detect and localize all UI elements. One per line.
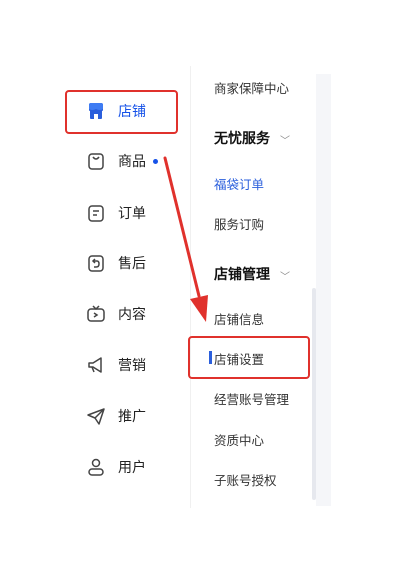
annotation-arrow [163, 156, 208, 322]
